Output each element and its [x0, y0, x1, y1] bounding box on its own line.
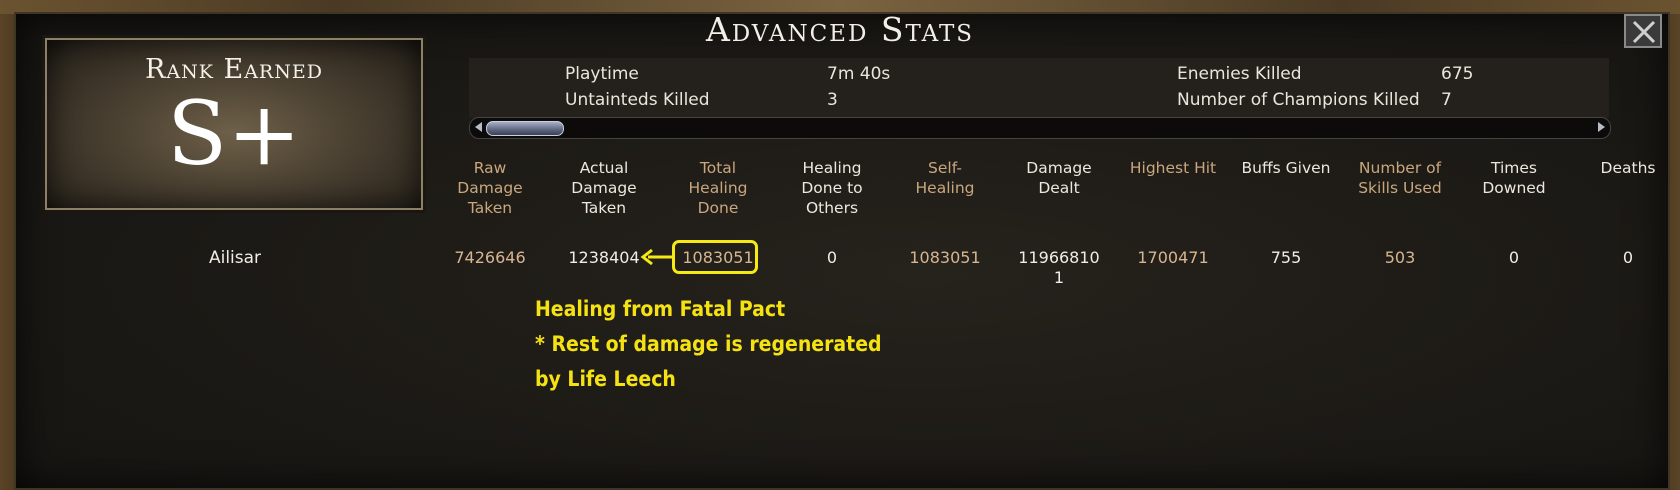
table-cell: 11966810 1	[999, 248, 1119, 288]
rank-label: Rank Earned	[145, 54, 323, 85]
enemies-label: Enemies Killed	[1177, 64, 1302, 84]
column-header[interactable]: Highest Hit	[1113, 158, 1233, 178]
untainteds-label: Untainteds Killed	[565, 90, 710, 110]
table-cell: 7426646	[454, 248, 526, 267]
annotation-line: by Life Leech	[535, 367, 676, 391]
scrollbar-thumb[interactable]	[486, 121, 564, 136]
column-header-line: Dealt	[1038, 179, 1080, 197]
column-header-line: Skills Used	[1358, 179, 1442, 197]
rank-earned-panel: Rank Earned S+	[45, 38, 423, 210]
table-cell: 0	[1508, 248, 1520, 267]
annotation-text: Healing from Fatal Pact * Rest of damage…	[535, 292, 882, 397]
rank-value: S+	[166, 82, 302, 185]
table-cell: 0	[1622, 248, 1634, 267]
column-header-line: Damage	[1026, 159, 1092, 177]
column-header[interactable]: Deaths	[1568, 158, 1680, 178]
column-header[interactable]: Healing Done to Others	[772, 158, 892, 218]
close-x-icon	[1632, 20, 1656, 44]
table-cell: 755	[1270, 248, 1302, 267]
champions-value: 7	[1441, 90, 1452, 110]
column-header[interactable]: Times Downed	[1454, 158, 1574, 198]
triangle-right-icon[interactable]	[1594, 120, 1608, 134]
column-header-line: Highest Hit	[1129, 159, 1217, 177]
column-header-line: Damage	[571, 179, 637, 197]
column-header-line: Raw	[473, 159, 507, 177]
horizontal-scrollbar[interactable]	[469, 117, 1611, 139]
table-cell: 1083051	[909, 248, 981, 267]
playtime-label: Playtime	[565, 64, 639, 84]
playtime-value: 7m 40s	[827, 64, 891, 84]
column-header-line: Times	[1490, 159, 1537, 177]
column-header-line: Actual	[579, 159, 629, 177]
enemies-value: 675	[1441, 64, 1474, 84]
annotation-highlight-box	[672, 240, 758, 274]
column-header-line: Healing	[915, 179, 975, 197]
column-header-line: Number of	[1358, 159, 1442, 177]
column-header-line: Buffs Given	[1241, 159, 1331, 177]
column-header[interactable]: Buffs Given	[1226, 158, 1346, 178]
column-header-line: Healing	[802, 159, 862, 177]
champions-label: Number of Champions Killed	[1177, 90, 1420, 110]
summary-stats: Playtime 7m 40s Untainteds Killed 3 Enem…	[469, 58, 1609, 118]
annotation-line: Healing from Fatal Pact	[535, 297, 786, 321]
annotation-line: * Rest of damage is regenerated	[535, 332, 882, 356]
column-header-line: Taken	[467, 199, 513, 217]
table-cell-line: 11966810	[1018, 248, 1100, 267]
column-header-line: Damage	[457, 179, 523, 197]
triangle-left-icon[interactable]	[472, 120, 486, 134]
column-header[interactable]: Damage Dealt	[999, 158, 1119, 198]
column-header[interactable]: Total Healing Done	[658, 158, 778, 218]
column-header[interactable]: Number of Skills Used	[1340, 158, 1460, 198]
column-header-line: Others	[805, 199, 859, 217]
column-header-line: Self-	[928, 159, 962, 177]
player-name: Ailisar	[208, 248, 262, 268]
column-header[interactable]: Self- Healing	[885, 158, 1005, 198]
close-button[interactable]	[1624, 14, 1662, 48]
column-header[interactable]: Raw Damage Taken	[430, 158, 550, 218]
annotation-arrow	[640, 248, 673, 266]
table-cell-line: 1	[1053, 268, 1065, 287]
table-cell: 1700471	[1137, 248, 1209, 267]
table-cell: 0	[826, 248, 838, 267]
table-cell: 503	[1384, 248, 1416, 267]
column-header-line: Done	[697, 199, 739, 217]
column-header-line: Taken	[581, 199, 627, 217]
column-header-line: Done to	[801, 179, 863, 197]
column-header-line: Total	[699, 159, 737, 177]
column-header-line: Downed	[1482, 179, 1546, 197]
untainteds-value: 3	[827, 90, 838, 110]
column-header-line: Healing	[688, 179, 748, 197]
column-header-line: Deaths	[1600, 159, 1656, 177]
column-header[interactable]: Actual Damage Taken	[544, 158, 664, 218]
